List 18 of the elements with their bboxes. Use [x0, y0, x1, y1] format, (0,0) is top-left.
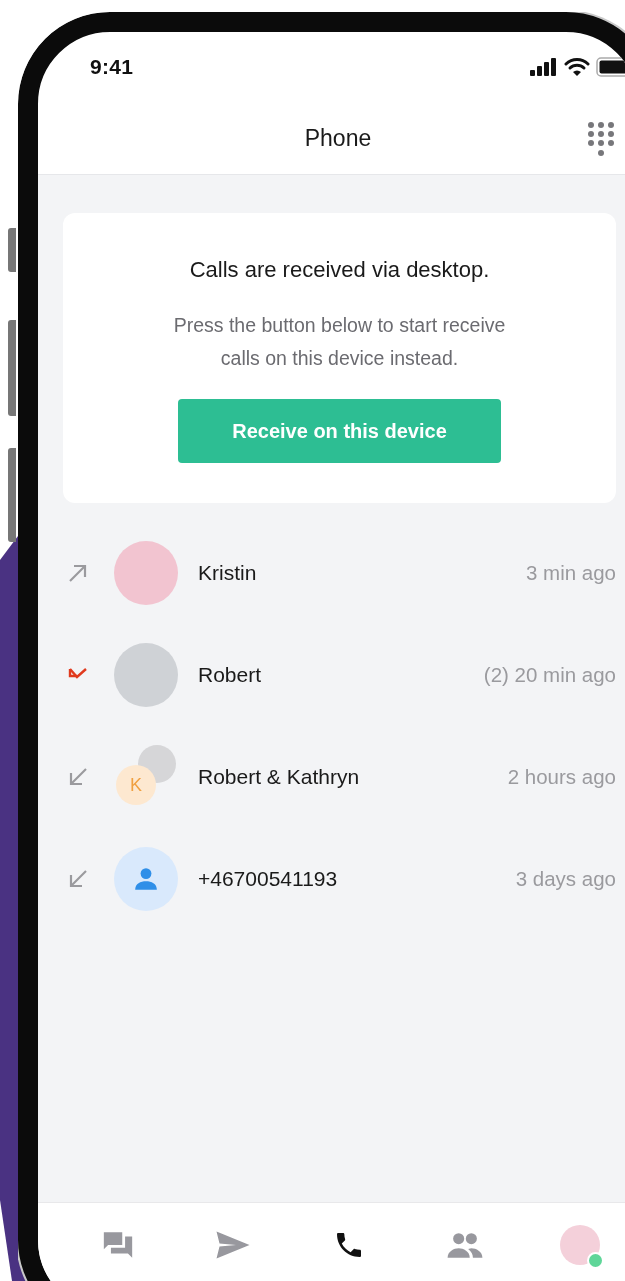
initial-avatar: K [116, 765, 156, 805]
people-icon [445, 1230, 484, 1260]
contact-name: Robert & Kathryn [198, 765, 361, 789]
contact-name: +46700541193 [198, 867, 339, 891]
call-time: 3 days ago [515, 867, 616, 891]
wifi-icon [564, 57, 590, 77]
receive-button[interactable]: Receive on this device [178, 399, 501, 463]
contact-name: Kristin [198, 561, 258, 585]
call-time: 3 min ago [525, 561, 616, 585]
person-icon [133, 866, 159, 892]
call-time: (2) 20 min ago [483, 663, 616, 687]
call-time: 2 hours ago [507, 765, 616, 789]
contact-name: Robert [198, 663, 263, 687]
notice-title: Calls are received via desktop. [189, 257, 490, 283]
status-time: 9:41 [90, 55, 135, 79]
signal-icon [530, 58, 558, 76]
notice-message: Press the button below to start receive calls on this device instead. [172, 313, 507, 371]
screen-title: Phone [304, 124, 372, 152]
